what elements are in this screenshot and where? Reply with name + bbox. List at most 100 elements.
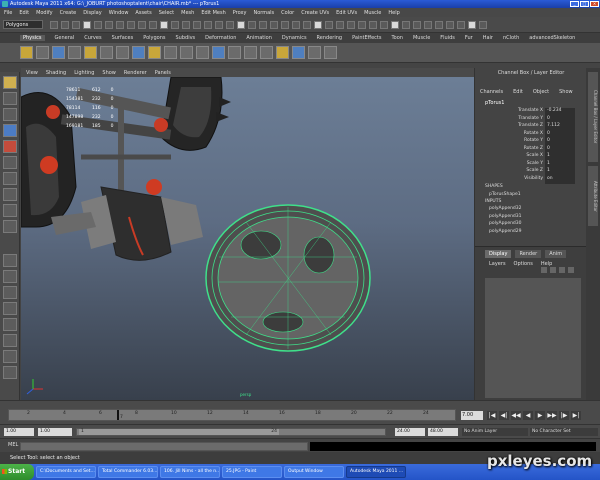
menu-color[interactable]: Color — [281, 10, 294, 16]
menu-display[interactable]: Display — [83, 10, 101, 16]
menu-edit-mesh[interactable]: Edit Mesh — [201, 10, 225, 16]
layout-side-icon[interactable] — [3, 286, 17, 299]
command-language-label[interactable]: MEL — [8, 442, 18, 448]
shelf-tab-toon[interactable]: Toon — [391, 35, 403, 41]
last-tool-icon[interactable] — [3, 204, 17, 217]
perspective-viewport[interactable]: persp 78611 612 0 154381 232 0 78114 116 0 147898… — [21, 77, 474, 400]
layer-options-icon[interactable] — [559, 267, 565, 273]
scale-tool-icon[interactable] — [3, 156, 17, 169]
layer-tab-render[interactable]: Render — [515, 250, 542, 258]
status-line-icon[interactable] — [160, 21, 168, 29]
hypershade-layout-icon[interactable] — [3, 350, 17, 363]
go-to-start-icon[interactable]: |◀ — [487, 411, 497, 420]
status-line-icon[interactable] — [402, 21, 410, 29]
status-line-icon[interactable] — [325, 21, 333, 29]
menu-file[interactable]: File — [4, 10, 12, 16]
status-line-icon[interactable] — [424, 21, 432, 29]
status-line-icon[interactable] — [94, 21, 102, 29]
close-button[interactable]: × — [590, 1, 599, 7]
viewport-menu-show[interactable]: Show — [102, 70, 116, 76]
shelf-tool-icon[interactable] — [68, 46, 81, 59]
layer-menu-layers[interactable]: Layers — [489, 261, 506, 267]
channel-box-menu-channels[interactable]: Channels — [480, 89, 503, 95]
channel-box-menu-edit[interactable]: Edit — [513, 89, 523, 95]
menu-edit[interactable]: Edit — [19, 10, 29, 16]
status-line-icon[interactable] — [105, 21, 113, 29]
range-bar[interactable]: 1 24 — [76, 428, 386, 436]
viewport-menu-view[interactable]: View — [26, 70, 38, 76]
start-button[interactable]: Start — [0, 464, 34, 480]
status-line-icon[interactable] — [391, 21, 399, 29]
status-line-icon[interactable] — [347, 21, 355, 29]
status-line-icon[interactable] — [116, 21, 124, 29]
new-layer-selected-icon[interactable] — [550, 267, 556, 273]
menu-create[interactable]: Create — [60, 10, 77, 16]
menu-edit-uvs[interactable]: Edit UVs — [336, 10, 357, 16]
menu-assets[interactable]: Assets — [135, 10, 151, 16]
camera-tool-icon[interactable] — [3, 220, 17, 233]
menu-modify[interactable]: Modify — [36, 10, 53, 16]
maximize-button[interactable]: □ — [580, 1, 589, 7]
step-forward-key-icon[interactable]: |▶ — [559, 411, 569, 420]
select-tool-icon[interactable] — [3, 76, 17, 89]
shelf-tab-advancedskeleton[interactable]: advancedSkeleton — [529, 35, 575, 41]
shelf-tool-icon[interactable] — [276, 46, 289, 59]
current-frame-field[interactable]: 7.00 — [461, 411, 483, 420]
status-line-icon[interactable] — [226, 21, 234, 29]
taskbar-item-4[interactable]: Output Window — [284, 466, 344, 478]
render-layout-icon[interactable] — [3, 366, 17, 379]
status-line-icon[interactable] — [292, 21, 300, 29]
status-line-icon[interactable] — [259, 21, 267, 29]
layer-menu-options[interactable]: Options — [514, 261, 533, 267]
minimize-button[interactable]: _ — [570, 1, 579, 7]
menu-help[interactable]: Help — [388, 10, 399, 16]
shelf-tab-rendering[interactable]: Rendering — [317, 35, 343, 41]
shelf-tool-icon[interactable] — [84, 46, 97, 59]
layout-single-icon[interactable] — [3, 254, 17, 267]
attribute-value[interactable]: on — [545, 175, 575, 184]
taskbar-item-3[interactable]: 25.JPG - Paint — [222, 466, 282, 478]
paint-select-icon[interactable] — [3, 108, 17, 121]
taskbar-item-1[interactable]: Total Commander 6.03... — [98, 466, 158, 478]
shelf-tab-animation[interactable]: Animation — [246, 35, 272, 41]
status-line-icon[interactable] — [446, 21, 454, 29]
layer-tab-display[interactable]: Display — [485, 250, 512, 258]
shelf-tool-icon[interactable] — [180, 46, 193, 59]
go-to-end-icon[interactable]: ▶| — [571, 411, 581, 420]
shelf-tool-icon[interactable] — [52, 46, 65, 59]
shelf-tool-icon[interactable] — [260, 46, 273, 59]
layer-list[interactable] — [485, 278, 581, 398]
status-line-icon[interactable] — [358, 21, 366, 29]
shelf-tool-icon[interactable] — [196, 46, 209, 59]
menu-proxy[interactable]: Proxy — [233, 10, 247, 16]
status-line-icon[interactable] — [237, 21, 245, 29]
character-set-dropdown[interactable]: No Character Set — [530, 428, 598, 436]
side-tab-channel-box[interactable]: Channel Box / Layer Editor — [588, 72, 598, 162]
status-line-icon[interactable] — [314, 21, 322, 29]
shelf-tab-curves[interactable]: Curves — [84, 35, 101, 41]
shelf-tool-icon[interactable] — [308, 46, 321, 59]
shelf-tool-icon[interactable] — [212, 46, 225, 59]
status-line-icon[interactable] — [83, 21, 91, 29]
status-line-icon[interactable] — [435, 21, 443, 29]
input-node[interactable]: polyAppend32 — [489, 206, 522, 211]
shelf-tool-icon[interactable] — [324, 46, 337, 59]
shelf-tab-subdivs[interactable]: Subdivs — [176, 35, 196, 41]
shelf-tab-hair[interactable]: Hair — [483, 35, 493, 41]
layout-front-icon[interactable] — [3, 302, 17, 315]
status-line-icon[interactable] — [138, 21, 146, 29]
lasso-tool-icon[interactable] — [3, 92, 17, 105]
shelf-tool-icon[interactable] — [228, 46, 241, 59]
step-back-frame-icon[interactable]: ◀◀ — [511, 411, 521, 420]
command-input[interactable] — [20, 442, 308, 451]
shelf-tool-icon[interactable] — [132, 46, 145, 59]
manipulator-icon[interactable] — [3, 172, 17, 185]
menu-muscle[interactable]: Muscle — [364, 10, 381, 16]
menu-normals[interactable]: Normals — [253, 10, 274, 16]
status-line-icon[interactable] — [204, 21, 212, 29]
attribute-visibility[interactable]: Visibility on — [481, 175, 581, 184]
menu-set-dropdown[interactable]: Polygons — [3, 20, 43, 29]
move-tool-icon[interactable] — [3, 124, 17, 137]
step-forward-frame-icon[interactable]: ▶▶ — [547, 411, 557, 420]
play-forward-icon[interactable]: ▶ — [535, 411, 545, 420]
